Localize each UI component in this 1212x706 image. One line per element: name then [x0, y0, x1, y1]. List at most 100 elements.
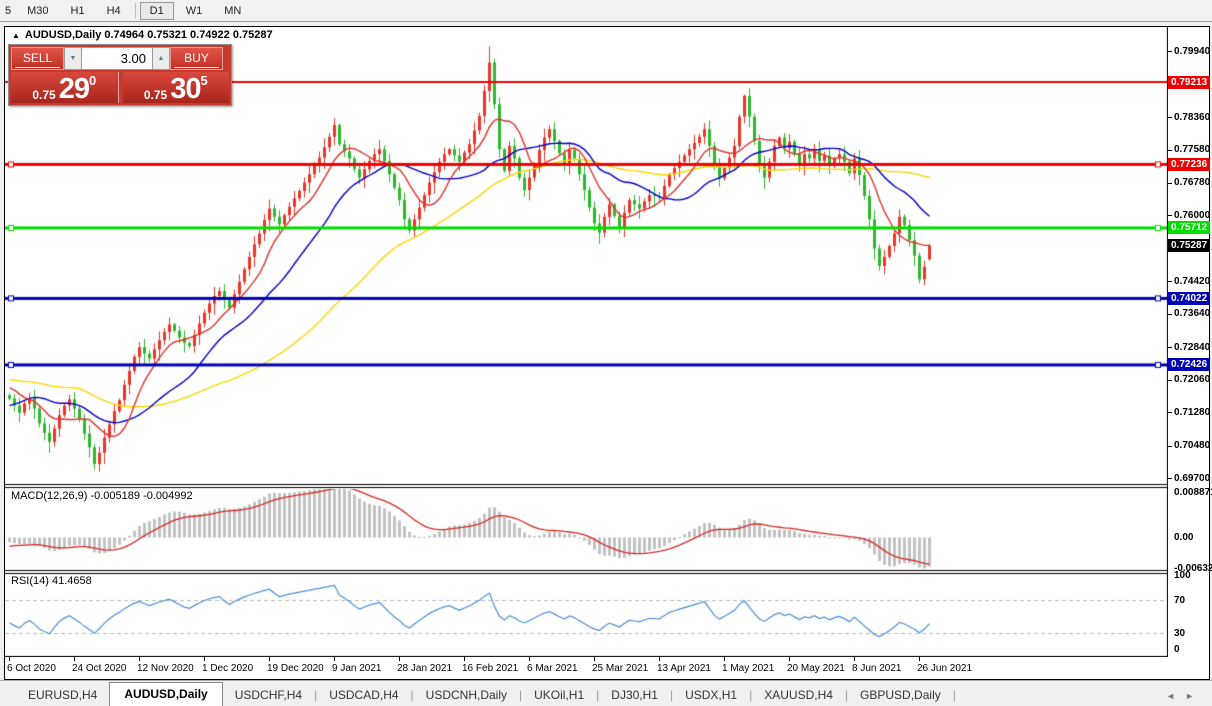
timeframe-button-5[interactable]: 5 — [1, 2, 15, 20]
sell-price-small: 0.75 — [32, 88, 56, 102]
price-level-badge: 0.74022 — [1168, 291, 1211, 305]
buy-price-sup: 5 — [200, 73, 208, 88]
date-tick — [724, 657, 725, 661]
chart-tab-audusd-daily[interactable]: AUDUSD,Daily — [109, 682, 223, 706]
rsi-axis-label: 0 — [1174, 644, 1180, 655]
date-label: 26 Jun 2021 — [917, 663, 973, 674]
chart-tab-usdcnh-daily[interactable]: USDCNH,Daily — [414, 684, 519, 706]
timeframe-toolbar: 5 M30 H1 H4 D1 W1 MN — [0, 0, 1212, 22]
price-level-badge: 0.77236 — [1168, 157, 1211, 171]
date-label: 16 Feb 2021 — [462, 663, 519, 674]
timeframe-button-h4[interactable]: H4 — [97, 2, 131, 20]
price-tick-dash — [1168, 281, 1172, 282]
price-tick-label: 0.73640 — [1174, 308, 1211, 320]
date-label: 28 Jan 2021 — [397, 663, 453, 674]
chart-canvas[interactable] — [5, 27, 1168, 657]
date-tick — [139, 657, 140, 661]
date-tick — [204, 657, 205, 661]
tabs-scroll-left-icon[interactable]: ◄ — [1166, 691, 1185, 701]
price-tick-label: 0.71280 — [1174, 406, 1211, 418]
date-tick — [919, 657, 920, 661]
volume-input[interactable] — [82, 47, 152, 70]
buy-price-big: 30 — [170, 73, 201, 105]
chart-window: ▲ AUDUSD,Daily 0.74964 0.75321 0.74922 0.… — [4, 26, 1212, 680]
timeframe-button-d1[interactable]: D1 — [139, 1, 174, 20]
chart-tab-usdchf-h4[interactable]: USDCHF,H4 — [223, 684, 314, 706]
volume-down-button[interactable]: ▼ — [64, 47, 82, 70]
date-label: 6 Mar 2021 — [527, 663, 578, 674]
chart-tab-dj30-h1[interactable]: DJ30,H1 — [599, 684, 670, 706]
price-tick-label: 0.74420 — [1174, 275, 1211, 287]
chart-tab-ukoil-h1[interactable]: UKOil,H1 — [522, 684, 596, 706]
price-tick-dash — [1168, 51, 1172, 52]
one-click-trade-panel: SELL ▼ ▲ BUY 0.75 29 0 0.75 30 5 — [8, 44, 232, 106]
collapse-triangle-icon[interactable]: ▲ — [12, 31, 20, 40]
price-tick-label: 0.70480 — [1174, 440, 1211, 452]
date-tick — [74, 657, 75, 661]
date-tick — [269, 657, 270, 661]
price-tick-dash — [1168, 347, 1172, 348]
rsi-axis-label: 70 — [1174, 594, 1186, 606]
price-tick-label: 0.77580 — [1174, 144, 1211, 156]
date-label: 6 Oct 2020 — [7, 663, 56, 674]
date-label: 12 Nov 2020 — [137, 663, 194, 674]
timeframe-button-m30[interactable]: M30 — [17, 2, 58, 20]
date-tick — [334, 657, 335, 661]
date-tick — [529, 657, 530, 661]
price-tick-dash — [1168, 380, 1172, 381]
chart-tab-usdx-h1[interactable]: USDX,H1 — [673, 684, 749, 706]
price-tick-dash — [1168, 412, 1172, 413]
volume-up-button[interactable]: ▲ — [152, 47, 170, 70]
rsi-label: RSI(14) 41.4658 — [11, 575, 92, 587]
price-level-badge: 0.79213 — [1168, 75, 1211, 89]
price-tick-dash — [1168, 446, 1172, 447]
trading-terminal: 5 M30 H1 H4 D1 W1 MN ▲ AUDUSD,Daily 0.74964 0.7… — [0, 0, 1212, 706]
sell-button[interactable]: SELL — [11, 47, 64, 70]
date-label: 1 Dec 2020 — [202, 663, 254, 674]
date-label: 24 Oct 2020 — [72, 663, 127, 674]
chart-tab-bar: EURUSD,H4 AUDUSD,Daily USDCHF,H4 | USDCAD,H4… — [0, 680, 1212, 706]
date-tick — [464, 657, 465, 661]
chart-tab-eurusd-h4[interactable]: EURUSD,H4 — [16, 684, 109, 706]
chart-title: ▲ AUDUSD,Daily 0.74964 0.75321 0.74922 0.… — [12, 29, 273, 41]
timeframe-button-w1[interactable]: W1 — [176, 2, 213, 20]
sell-price-display[interactable]: 0.75 29 0 — [11, 72, 118, 105]
date-label: 9 Jan 2021 — [332, 663, 382, 674]
current-price-badge: 0.75287 — [1168, 239, 1211, 253]
price-tick-dash — [1168, 314, 1172, 315]
timeframe-button-h1[interactable]: H1 — [61, 2, 95, 20]
price-tick-label: 0.69700 — [1174, 472, 1211, 484]
date-tick — [594, 657, 595, 661]
date-tick — [789, 657, 790, 661]
tab-separator: | — [952, 688, 956, 702]
chart-tab-gbpusd-daily[interactable]: GBPUSD,Daily — [848, 684, 953, 706]
buy-button[interactable]: BUY — [170, 47, 223, 70]
date-tick — [399, 657, 400, 661]
price-axis[interactable]: 0.79940 0.78360 0.77580 0.76780 0.76000 0.744… — [1168, 27, 1212, 657]
date-label: 8 Jun 2021 — [852, 663, 902, 674]
chart-tab-usdcad-h4[interactable]: USDCAD,H4 — [317, 684, 410, 706]
date-axis[interactable]: 6 Oct 2020 24 Oct 2020 12 Nov 2020 1 Dec 20… — [5, 657, 1207, 678]
macd-label: MACD(12,26,9) -0.005189 -0.004992 — [11, 490, 193, 502]
buy-price-display[interactable]: 0.75 30 5 — [122, 72, 230, 105]
price-tick-label: 0.72060 — [1174, 374, 1211, 386]
price-level-badge: 0.75712 — [1168, 221, 1211, 235]
chart-tab-xauusd-h4[interactable]: XAUUSD,H4 — [752, 684, 845, 706]
sell-price-big: 29 — [58, 73, 90, 105]
macd-axis-label: 0.008871 — [1174, 487, 1212, 499]
date-tick — [854, 657, 855, 661]
date-label: 13 Apr 2021 — [657, 663, 711, 674]
rsi-axis-label: 30 — [1174, 627, 1186, 639]
macd-axis-label: 0.00 — [1174, 531, 1194, 543]
date-label: 19 Dec 2020 — [267, 663, 324, 674]
date-label: 25 Mar 2021 — [592, 663, 649, 674]
price-tick-dash — [1168, 183, 1172, 184]
tabs-scroll-right-icon[interactable]: ► — [1185, 691, 1204, 701]
price-tick-label: 0.72840 — [1174, 341, 1211, 353]
price-tick-label: 0.78360 — [1174, 111, 1211, 123]
timeframe-button-mn[interactable]: MN — [214, 2, 251, 20]
rsi-axis-label: 100 — [1174, 569, 1191, 581]
price-tick-label: 0.79940 — [1174, 45, 1211, 57]
price-tick-dash — [1168, 478, 1172, 479]
price-level-badge: 0.72426 — [1168, 358, 1211, 372]
